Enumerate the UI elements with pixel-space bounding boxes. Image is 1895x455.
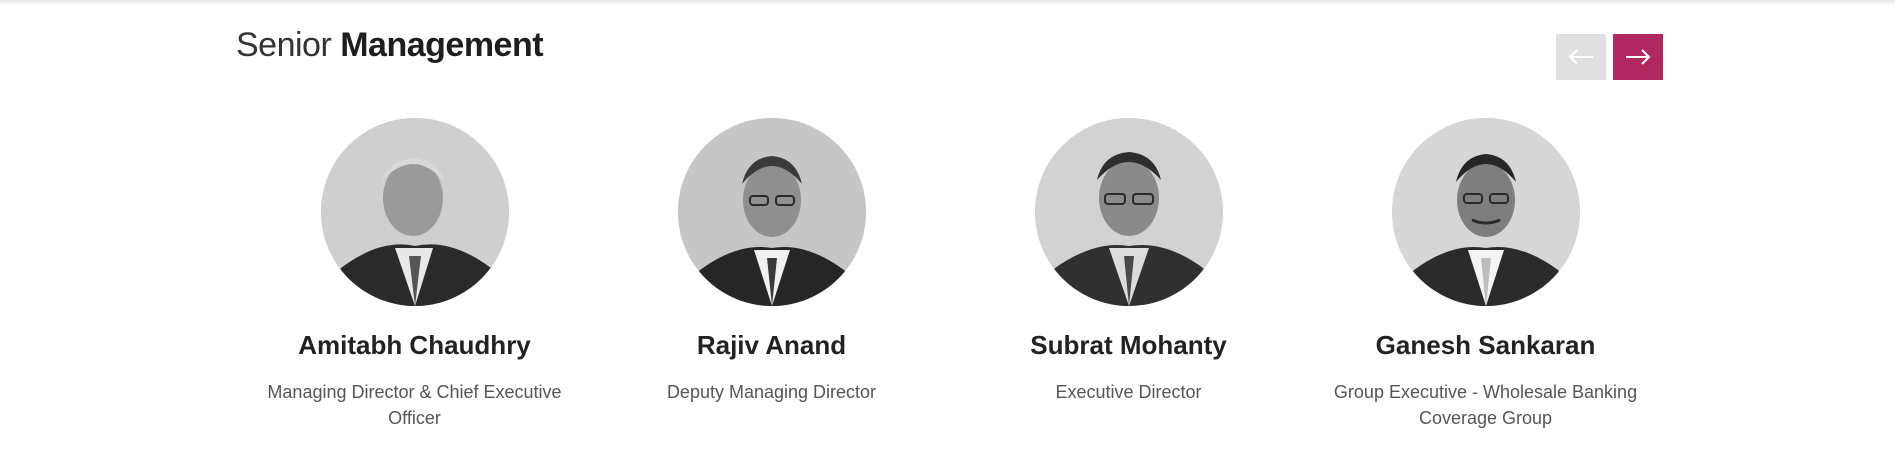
- member-card[interactable]: Ganesh Sankaran Group Executive - Wholes…: [1307, 118, 1664, 448]
- member-role: Group Executive - Wholesale Banking Cove…: [1333, 382, 1638, 428]
- arrow-left-icon: [1568, 49, 1593, 65]
- arrow-right-icon: [1626, 49, 1651, 65]
- carousel-next-button[interactable]: [1613, 34, 1663, 80]
- management-carousel: Amitabh Chaudhry Managing Director & Chi…: [236, 118, 1666, 448]
- member-role: Managing Director & Chief Executive Offi…: [267, 382, 562, 428]
- member-photo[interactable]: [677, 118, 866, 306]
- section-title-light: Senior: [236, 26, 332, 64]
- member-photo[interactable]: [1034, 118, 1223, 306]
- member-name[interactable]: Subrat Mohanty: [1030, 328, 1226, 362]
- member-role: Deputy Managing Director: [666, 382, 877, 402]
- member-name[interactable]: Rajiv Anand: [697, 328, 846, 362]
- member-name[interactable]: Amitabh Chaudhry: [298, 328, 531, 362]
- member-card[interactable]: Subrat Mohanty Executive Director: [950, 118, 1307, 448]
- carousel-prev-button[interactable]: [1556, 34, 1606, 80]
- member-photo[interactable]: [1391, 118, 1580, 306]
- senior-management-section: Senior Management Amitabh Chaudhry Manag…: [0, 0, 1895, 455]
- member-role: Executive Director: [1055, 382, 1202, 402]
- member-card[interactable]: Rajiv Anand Deputy Managing Director: [593, 118, 950, 448]
- member-photo[interactable]: [320, 118, 509, 306]
- header-shadow: [0, 0, 1895, 6]
- carousel-navigation: [1556, 34, 1663, 80]
- member-name[interactable]: Ganesh Sankaran: [1376, 328, 1596, 362]
- member-card[interactable]: Amitabh Chaudhry Managing Director & Chi…: [236, 118, 593, 448]
- section-title-bold: Management: [340, 26, 544, 64]
- section-title: Senior Management: [236, 22, 544, 68]
